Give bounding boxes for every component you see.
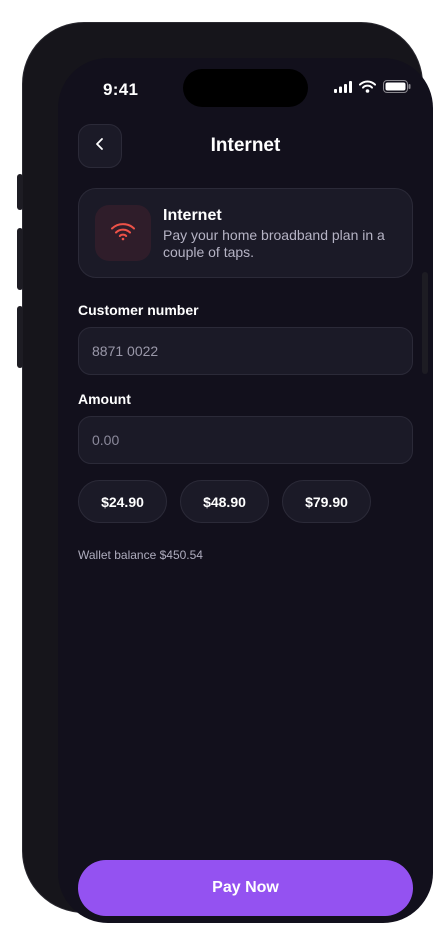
battery-icon — [383, 80, 411, 98]
status-icons — [334, 80, 411, 98]
power-button — [422, 272, 428, 374]
biller-icon-tile — [95, 205, 151, 261]
action-button — [17, 174, 23, 210]
status-time: 9:41 — [103, 80, 139, 99]
wifi-icon — [110, 221, 136, 246]
pay-now-button[interactable]: Pay Now — [78, 860, 413, 916]
page-title: Internet — [210, 135, 281, 156]
phone-frame: 9:41 Internet Internet Pay your home bro… — [22, 22, 433, 923]
app-screen: 9:41 Internet Internet Pay your home bro… — [58, 58, 433, 923]
customer-number-input[interactable] — [78, 327, 413, 375]
quick-amount-chip[interactable]: $24.90 — [78, 480, 167, 523]
volume-up-button — [17, 228, 23, 290]
quick-amount-chips: $24.90 $48.90 $79.90 — [78, 480, 371, 523]
biller-card: Internet Pay your home broadband plan in… — [78, 188, 413, 278]
volume-down-button — [17, 306, 23, 368]
biller-name: Internet — [163, 207, 222, 224]
customer-number-label: Customer number — [78, 302, 199, 318]
biller-description: Pay your home broadband plan in a couple… — [163, 227, 385, 260]
quick-amount-chip[interactable]: $79.90 — [282, 480, 371, 523]
quick-amount-chip[interactable]: $48.90 — [180, 480, 269, 523]
cellular-signal-icon — [334, 80, 352, 98]
amount-input[interactable] — [78, 416, 413, 464]
dynamic-island — [183, 69, 308, 107]
wifi-icon — [359, 80, 376, 98]
amount-label: Amount — [78, 391, 131, 407]
wallet-balance: Wallet balance $450.54 — [78, 548, 203, 562]
